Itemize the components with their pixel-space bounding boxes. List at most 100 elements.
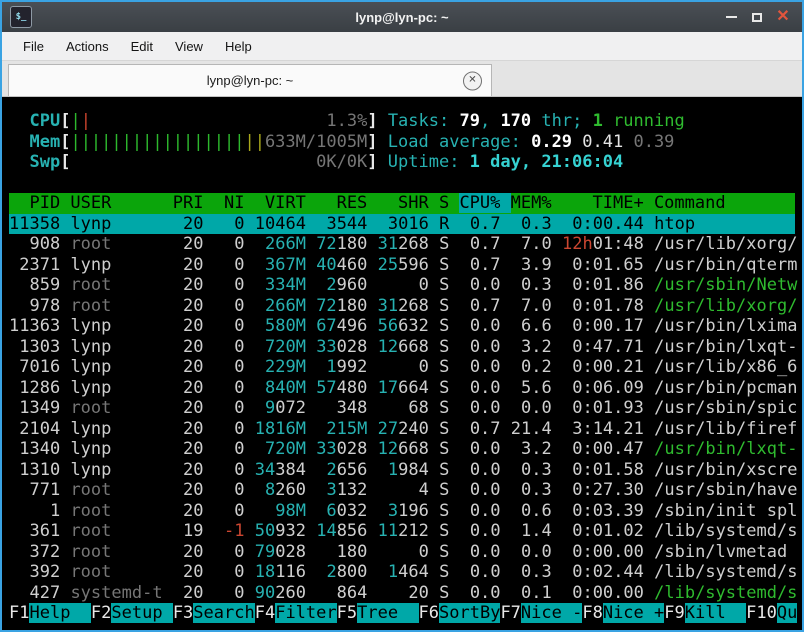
header-col-user[interactable]: USER xyxy=(70,193,172,213)
cell-pid: 908 xyxy=(9,234,60,254)
header-col-res[interactable]: RES xyxy=(316,193,377,213)
close-button[interactable] xyxy=(772,6,794,28)
cell-pid: 771 xyxy=(9,480,60,500)
cell-mem: 0.2 xyxy=(511,357,552,377)
header-col-ni[interactable]: NI xyxy=(214,193,255,213)
cell-res: 2 xyxy=(316,562,336,582)
terminal-screen[interactable]: CPU[|| 1.3%] Tasks: 79, 170 thr; 1 runni… xyxy=(2,97,802,630)
process-row[interactable]: 1349 root 20 0 9072 348 68 S 0.0 0.0 0:0… xyxy=(9,398,795,419)
fkey-f1[interactable]: F1Help xyxy=(9,603,91,623)
cell-time: 0:01.93 xyxy=(562,398,644,418)
header-col-time[interactable]: TIME+ xyxy=(562,193,654,213)
cell-state: S xyxy=(439,255,449,275)
fkey-f3[interactable]: F3Search xyxy=(173,603,255,623)
header-col-command[interactable]: Command xyxy=(654,193,726,213)
tab-label: lynp@lyn-pc: ~ xyxy=(207,73,294,88)
fkey-label: Filter xyxy=(275,603,336,623)
tab-close-icon[interactable] xyxy=(463,71,482,90)
cell-state: S xyxy=(439,337,449,357)
cell-command: /sbin/lvmetad xyxy=(654,542,787,562)
process-row[interactable]: 7016 lynp 20 0 229M 1992 0 S 0.0 0.2 0:0… xyxy=(9,357,795,378)
header-col-cpu[interactable]: CPU% xyxy=(459,193,510,213)
menu-view[interactable]: View xyxy=(164,35,214,58)
cell-cpu: 0.0 xyxy=(460,439,501,459)
process-row[interactable]: 372 root 20 0 79028 180 0 S 0.0 0.0 0:00… xyxy=(9,542,795,563)
load-1min: 0.29 xyxy=(531,132,582,152)
cell-ni: 0 xyxy=(214,501,245,521)
titlebar[interactable]: $_ lynp@lyn-pc: ~ xyxy=(2,2,802,32)
cell-shr: 1 xyxy=(378,562,398,582)
process-row[interactable]: 427 systemd-t 20 0 90260 864 20 S 0.0 0.… xyxy=(9,583,795,604)
fkey-f10[interactable]: F10Qu xyxy=(746,603,797,623)
fkey-f7[interactable]: F7Nice - xyxy=(500,603,582,623)
process-row[interactable]: 2104 lynp 20 0 1816M 215M 27240 S 0.7 21… xyxy=(9,419,795,440)
process-row[interactable]: 1310 lynp 20 0 34384 2656 1984 S 0.0 0.3… xyxy=(9,460,795,481)
header-col-virt[interactable]: VIRT xyxy=(255,193,316,213)
cell-state: S xyxy=(439,521,449,541)
mem-meter-text: 633M/1005M xyxy=(265,132,367,152)
menu-help[interactable]: Help xyxy=(214,35,263,58)
cell-command: /usr/bin/pcman xyxy=(654,378,797,398)
process-row[interactable]: 2371 lynp 20 0 367M 40460 25596 S 0.7 3.… xyxy=(9,255,795,276)
cell-time: 0:01.65 xyxy=(562,255,644,275)
cell-pid: 859 xyxy=(9,275,60,295)
fkey-f5[interactable]: F5Tree xyxy=(337,603,419,623)
cell-ni: 0 xyxy=(214,378,245,398)
header-col-state[interactable]: S xyxy=(439,193,459,213)
process-row[interactable]: 392 root 20 0 18116 2800 1464 S 0.0 0.3 … xyxy=(9,562,795,583)
close-icon xyxy=(776,8,789,26)
menu-actions[interactable]: Actions xyxy=(55,35,120,58)
fkey-f4[interactable]: F4Filter xyxy=(255,603,337,623)
cell-ni: 0 xyxy=(214,214,245,234)
fkey-f8[interactable]: F8Nice + xyxy=(582,603,664,623)
cell-ni: 0 xyxy=(214,255,245,275)
maximize-button[interactable] xyxy=(746,6,768,28)
cell-time: 0:00.00 xyxy=(562,542,644,562)
process-row[interactable]: 771 root 20 0 8260 3132 4 S 0.0 0.3 0:27… xyxy=(9,480,795,501)
minimize-button[interactable] xyxy=(720,6,742,28)
uptime-value: 1 day, 21:06:04 xyxy=(470,152,624,172)
window-controls xyxy=(720,6,794,28)
swap-meter: Swp[ 0K/0K] Uptime: 1 day, 21:06:04 xyxy=(9,152,795,173)
process-row[interactable]: 1 root 20 0 98M 6032 3196 S 0.0 0.6 0:03… xyxy=(9,501,795,522)
cell-user: root xyxy=(70,480,162,500)
cell-user: root xyxy=(70,501,162,521)
process-row[interactable]: 908 root 20 0 266M 72180 31268 S 0.7 7.0… xyxy=(9,234,795,255)
process-row[interactable]: 11363 lynp 20 0 580M 67496 56632 S 0.0 6… xyxy=(9,316,795,337)
cell-ni: 0 xyxy=(214,275,245,295)
process-row[interactable]: 11358 lynp 20 0 10464 3544 3016 R 0.7 0.… xyxy=(9,214,795,235)
cell-pri: 20 xyxy=(173,460,204,480)
fkey-number: F1 xyxy=(9,603,29,623)
process-row[interactable]: 1340 lynp 20 0 720M 33028 12668 S 0.0 3.… xyxy=(9,439,795,460)
process-row[interactable]: 361 root 19 -1 50932 14856 11212 S 0.0 1… xyxy=(9,521,795,542)
header-col-shr[interactable]: SHR xyxy=(378,193,439,213)
cell-mem: 0.6 xyxy=(511,501,552,521)
process-row[interactable]: 859 root 20 0 334M 2960 0 S 0.0 0.3 0:01… xyxy=(9,275,795,296)
cell-state: S xyxy=(439,501,449,521)
cell-time: 0:02.44 xyxy=(562,562,644,582)
cell-state: S xyxy=(439,460,449,480)
menu-edit[interactable]: Edit xyxy=(120,35,164,58)
fkey-f9[interactable]: F9Kill xyxy=(664,603,746,623)
process-row[interactable]: 978 root 20 0 266M 72180 31268 S 0.7 7.0… xyxy=(9,296,795,317)
cell-cpu: 0.7 xyxy=(460,296,501,316)
header-col-mem[interactable]: MEM% xyxy=(511,193,562,213)
fkey-f2[interactable]: F2Setup xyxy=(91,603,173,623)
cell-pri: 20 xyxy=(173,275,204,295)
header-col-pid[interactable]: PID xyxy=(9,193,70,213)
cell-command: /lib/systemd/s xyxy=(654,583,797,603)
cell-res: 33 xyxy=(316,337,336,357)
cell-mem: 3.2 xyxy=(511,337,552,357)
header-col-pri[interactable]: PRI xyxy=(173,193,214,213)
cell-pid: 1 xyxy=(9,501,60,521)
fkey-label: Help xyxy=(29,603,90,623)
fkey-f6[interactable]: F6SortBy xyxy=(419,603,501,623)
process-row[interactable]: 1303 lynp 20 0 720M 33028 12668 S 0.0 3.… xyxy=(9,337,795,358)
fkey-label: Tree xyxy=(357,603,418,623)
menu-file[interactable]: File xyxy=(12,35,55,58)
cell-res: 40 xyxy=(316,255,336,275)
tab-terminal[interactable]: lynp@lyn-pc: ~ xyxy=(8,64,492,96)
fkey-label: Search xyxy=(193,603,254,623)
process-row[interactable]: 1286 lynp 20 0 840M 57480 17664 S 0.0 5.… xyxy=(9,378,795,399)
cell-user: lynp xyxy=(70,255,162,275)
